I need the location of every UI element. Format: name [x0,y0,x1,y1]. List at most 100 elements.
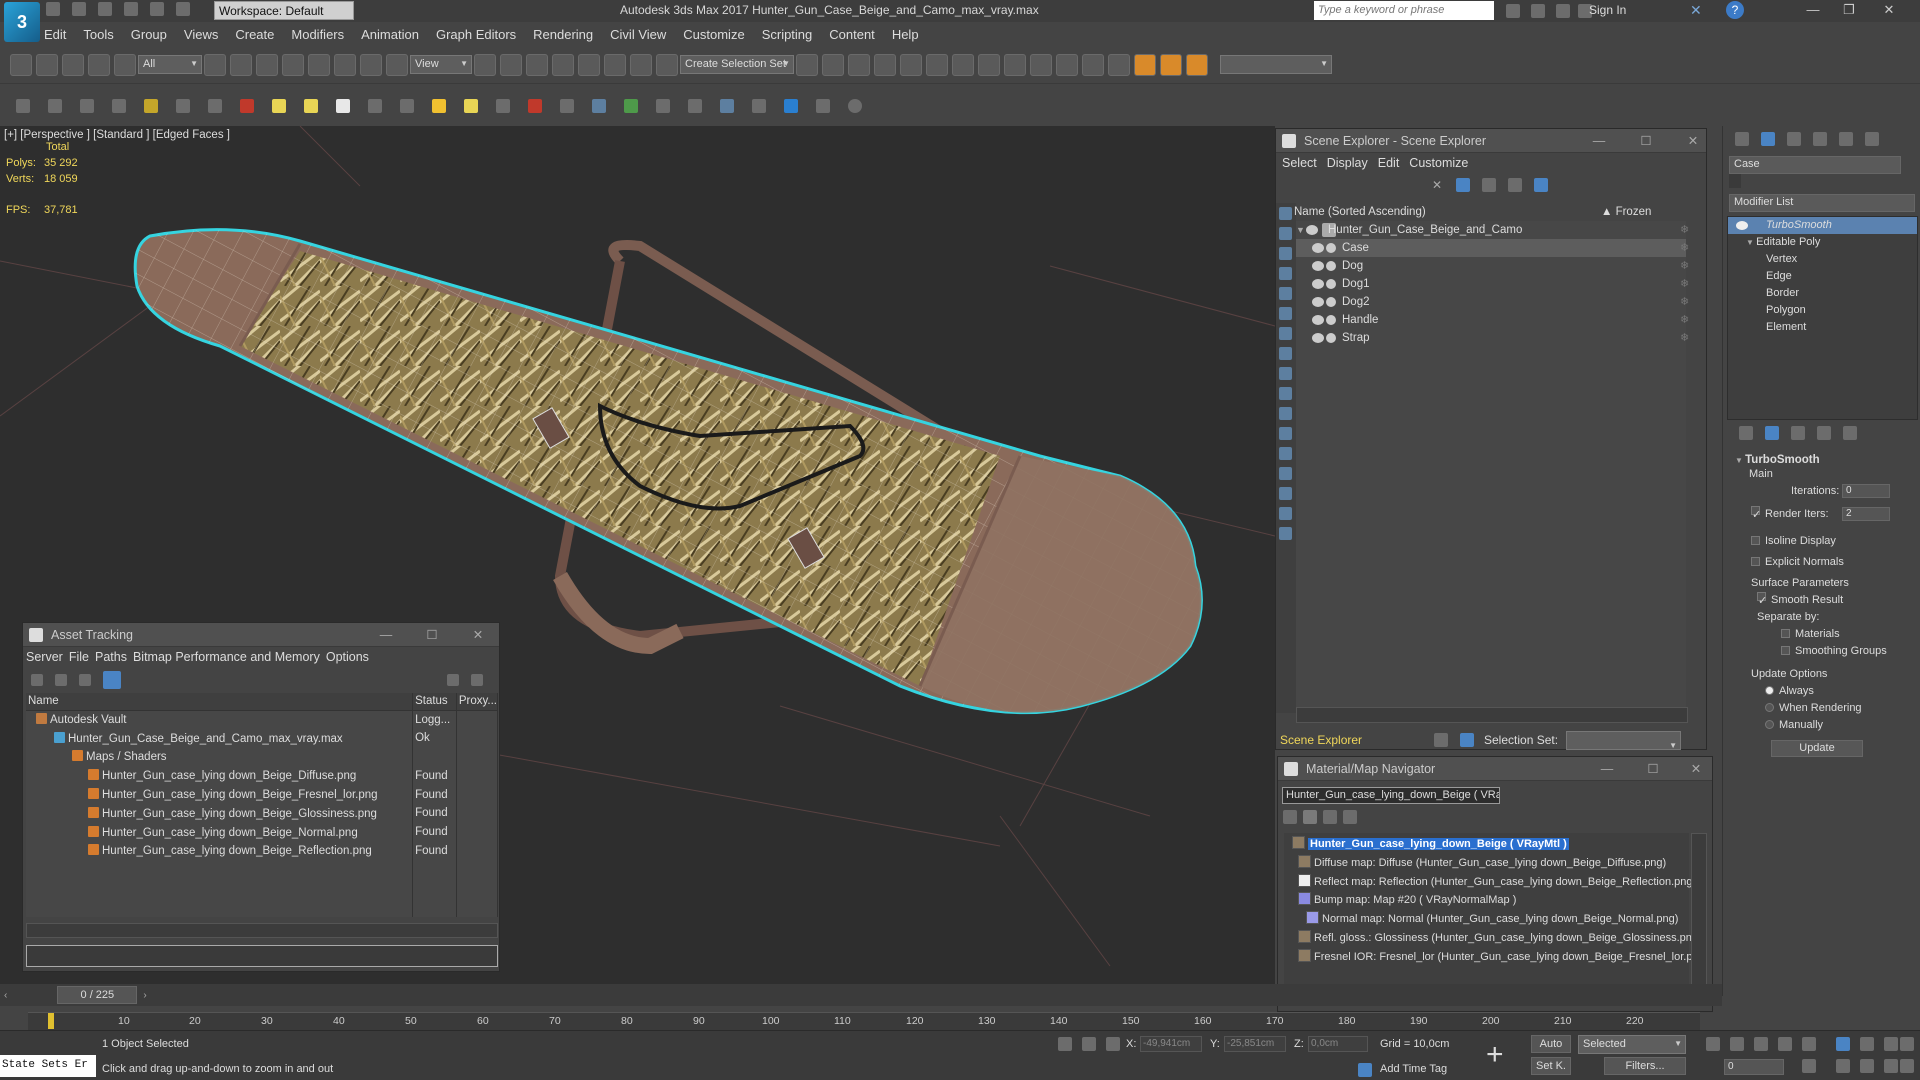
hierarchy-toggle-icon[interactable] [1460,733,1474,747]
next-key-icon[interactable] [1778,1037,1792,1051]
selection-filter-dropdown[interactable]: All [138,55,202,74]
sign-in-button[interactable]: Sign In [1589,3,1626,17]
modifier-list-dropdown[interactable]: Modifier List [1729,194,1915,212]
set-key-button[interactable]: Set K. [1531,1057,1571,1075]
display-filter-icon[interactable] [1279,247,1292,260]
table-row[interactable]: Hunter_Gun_Case_Beige_and_Camo_max_vray.… [26,728,499,748]
tool-u-icon[interactable] [656,99,670,113]
render-production-icon[interactable] [1056,53,1078,76]
x-field[interactable]: -49,941cm [1140,1036,1202,1052]
subscription-icon[interactable] [1531,4,1545,18]
minimize-button[interactable]: — [1594,757,1620,781]
undo-icon[interactable] [124,2,138,16]
display-filter-icon[interactable] [1279,287,1292,300]
hierarchy-icon[interactable] [1508,178,1523,192]
menu-content[interactable]: Content [829,27,875,42]
vray-b-icon[interactable] [1160,53,1182,76]
time-slider[interactable]: ‹ 0 / 225 › [0,984,1722,1006]
asset-path-field[interactable] [26,945,498,967]
play-icon[interactable] [1754,1037,1768,1051]
visibility-eye-icon[interactable] [1312,261,1324,271]
tree-row-dog[interactable]: Dog ❄ [1296,257,1689,275]
configure-sets-icon[interactable] [1843,426,1857,440]
star-icon[interactable] [1556,4,1570,18]
minimize-button[interactable]: — [1800,2,1826,20]
stack-turbosmooth[interactable]: TurboSmooth [1728,217,1917,234]
motion-tab-icon[interactable] [1813,132,1827,146]
freeze-icon[interactable]: ❄ [1680,221,1689,239]
add-time-tag-button[interactable]: Add Time Tag [1380,1063,1447,1075]
visibility-eye-icon[interactable] [1306,225,1318,235]
smoothing-groups-row[interactable]: Smoothing Groups [1727,643,1920,660]
render-setup-icon[interactable] [1004,53,1026,76]
ribbon-icon[interactable] [900,53,922,76]
menu-civil-view[interactable]: Civil View [610,27,666,42]
stack-border[interactable]: Border [1728,285,1917,302]
iterations-spinner[interactable]: 0 [1842,484,1890,498]
lock-icon[interactable] [1482,178,1497,192]
scale-icon[interactable] [360,53,382,76]
display-filter-icon[interactable] [1279,227,1292,240]
exchange-icon[interactable]: ✕ [1690,2,1702,19]
tree-row-dog2[interactable]: Dog2 ❄ [1296,293,1689,311]
menu-tools[interactable]: Tools [83,27,113,42]
smoothing-groups-checkbox[interactable] [1781,646,1790,655]
maxscript-listener[interactable]: State Sets Er [0,1055,96,1077]
tool-z-icon[interactable] [816,99,830,113]
fov-icon[interactable] [1836,1059,1850,1073]
pin-stack-icon[interactable] [1739,426,1753,440]
always-row[interactable]: Always [1727,683,1920,700]
select-object-icon[interactable] [204,53,226,76]
frozen-column-header[interactable]: ▲ Frozen [1601,203,1651,221]
menu-create[interactable]: Create [235,27,274,42]
curve-editor-icon[interactable] [926,53,948,76]
scene-explorer-name[interactable]: Scene Explorer [1280,729,1430,751]
selection-set-dropdown[interactable] [1566,730,1682,757]
display-filter-icon[interactable] [1279,407,1292,420]
material-name-field[interactable]: Hunter_Gun_case_lying_down_Beige ( VRayf [1282,787,1500,804]
save-icon[interactable] [98,2,112,16]
view-large-icons-icon[interactable] [1343,810,1357,824]
pivot-center-icon[interactable] [474,53,496,76]
unlink-icon[interactable] [88,53,110,76]
close-button[interactable]: ✕ [1680,129,1706,153]
visibility-eye-icon[interactable] [1312,279,1324,289]
make-unique-icon[interactable] [1791,426,1805,440]
tool-y-icon[interactable] [784,99,798,113]
freeze-icon[interactable]: ❄ [1680,293,1689,311]
open-file-icon[interactable] [72,2,86,16]
rect-selection-icon[interactable] [256,53,278,76]
menu-scripting[interactable]: Scripting [762,27,813,42]
isoline-checkbox[interactable] [1751,536,1760,545]
display-filter-icon[interactable] [1279,327,1292,340]
material-map-item[interactable]: Fresnel IOR: Fresnel_lor (Hunter_Gun_cas… [1284,948,1705,967]
stack-edge[interactable]: Edge [1728,268,1917,285]
minimize-button[interactable]: — [373,623,399,647]
material-map-item[interactable]: Refl. gloss.: Glossiness (Hunter_Gun_cas… [1284,929,1702,948]
explicit-normals-checkbox[interactable] [1751,557,1760,566]
close-button[interactable]: ✕ [1683,757,1709,781]
remove-modifier-icon[interactable] [1817,426,1831,440]
render-iters-checkbox[interactable]: ✓ [1751,506,1761,521]
table-row[interactable]: Autodesk Vault Logg... [26,710,499,729]
table-row[interactable]: Hunter_Gun_case_lying down_Beige_Normal.… [26,822,499,842]
scene-explorer-header[interactable]: Scene Explorer - Scene Explorer — ☐ ✕ [1276,129,1706,153]
display-filter-icon[interactable] [1279,447,1292,460]
asset-tracking-header[interactable]: Asset Tracking — ☐ ✕ [23,623,499,647]
tool-l-icon[interactable] [368,99,382,113]
tool-p-icon[interactable] [496,99,510,113]
stack-editable-poly[interactable]: ▼ Editable Poly [1728,234,1917,251]
tool-r-icon[interactable] [560,99,574,113]
view-detail-icon[interactable] [103,671,121,689]
explicit-normals-row[interactable]: Explicit Normals [1727,554,1920,571]
time-slider-frame[interactable]: 0 / 225 [57,986,138,1004]
tool-i-icon[interactable] [272,99,286,113]
col-status[interactable]: Status [412,693,457,711]
render-activeshade-icon[interactable] [1108,53,1130,76]
col-proxy[interactable]: Proxy... [456,693,499,711]
display-filter-icon[interactable] [1279,207,1292,220]
table-row[interactable]: Maps / Shaders [26,747,499,767]
table-row[interactable]: Hunter_Gun_case_lying down_Beige_Reflect… [26,841,499,861]
scene-explorer-icon[interactable] [848,53,870,76]
auto-key-button[interactable]: Auto [1531,1035,1571,1053]
